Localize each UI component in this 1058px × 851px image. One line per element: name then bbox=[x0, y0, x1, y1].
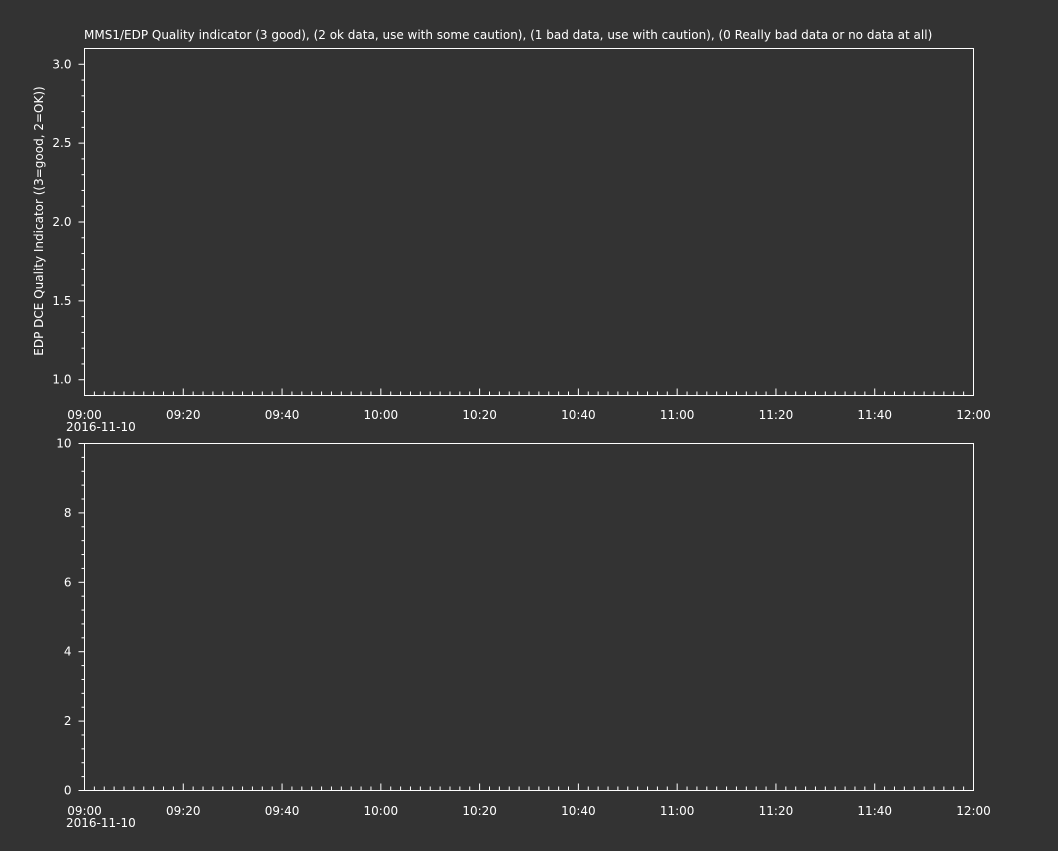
x-tick-label: 11:20 bbox=[759, 408, 794, 422]
panel-quality-indicator: MMS1/EDP Quality indicator (3 good), (2 … bbox=[32, 28, 991, 434]
x-tick-label: 09:40 bbox=[265, 408, 300, 422]
date-label: 2016-11-10 bbox=[66, 816, 136, 830]
x-tick-label: 12:00 bbox=[956, 408, 991, 422]
x-tick-label: 12:00 bbox=[956, 804, 991, 818]
chart-title: MMS1/EDP Quality indicator (3 good), (2 … bbox=[84, 28, 932, 42]
y-tick-label: 6 bbox=[64, 575, 72, 589]
x-tick-label: 10:40 bbox=[561, 408, 596, 422]
plot-frame bbox=[84, 48, 974, 396]
x-tick-label: 09:20 bbox=[166, 804, 201, 818]
x-tick-label: 11:00 bbox=[660, 804, 695, 818]
x-tick-label: 10:00 bbox=[364, 408, 399, 422]
y-tick-labels: 0 2 4 6 8 10 bbox=[56, 437, 71, 798]
x-tick-labels: 09:00 09:20 09:40 10:00 10:20 10:40 11:00 11:20… bbox=[67, 804, 991, 818]
x-tick-label: 10:00 bbox=[364, 804, 399, 818]
x-tick-label: 10:20 bbox=[462, 408, 497, 422]
y-tick-label: 2 bbox=[64, 714, 72, 728]
y-tick-label: 1.0 bbox=[52, 373, 71, 387]
y-tick-label: 3.0 bbox=[52, 57, 71, 71]
tick-marks bbox=[78, 63, 974, 396]
x-tick-label: 11:40 bbox=[857, 804, 892, 818]
x-tick-label: 10:20 bbox=[462, 804, 497, 818]
y-tick-label: 2.0 bbox=[52, 215, 71, 229]
x-tick-labels: 09:00 09:20 09:40 10:00 10:20 10:40 11:00 11:20… bbox=[67, 408, 991, 422]
x-tick-label: 11:40 bbox=[857, 408, 892, 422]
panel-lower: 0246810 09:00 09:20 09:40 10:00 10:20 10:40 11… bbox=[56, 437, 991, 831]
y-tick-label: 8 bbox=[64, 506, 72, 520]
y-tick-label: 4 bbox=[64, 645, 72, 659]
x-tick-label: 11:20 bbox=[759, 804, 794, 818]
x-tick-label: 09:40 bbox=[265, 804, 300, 818]
date-label: 2016-11-10 bbox=[66, 420, 136, 434]
y-tick-label: 0 bbox=[64, 784, 72, 798]
tick-marks bbox=[78, 443, 974, 791]
x-tick-label: 10:40 bbox=[561, 804, 596, 818]
x-tick-label: 11:00 bbox=[660, 408, 695, 422]
y-tick-label: 1.5 bbox=[52, 294, 71, 308]
y-tick-labels: 1.0 1.5 2.0 2.5 3.0 bbox=[52, 57, 71, 386]
figure: MMS1/EDP Quality indicator (3 good), (2 … bbox=[32, 28, 991, 831]
y-axis-label: EDP DCE Quality Indicator ((3=good, 2=OK… bbox=[32, 86, 46, 355]
x-tick-label: 09:20 bbox=[166, 408, 201, 422]
y-tick-label: 10 bbox=[56, 437, 71, 451]
y-tick-label: 2.5 bbox=[52, 136, 71, 150]
plot-frame bbox=[84, 443, 974, 791]
